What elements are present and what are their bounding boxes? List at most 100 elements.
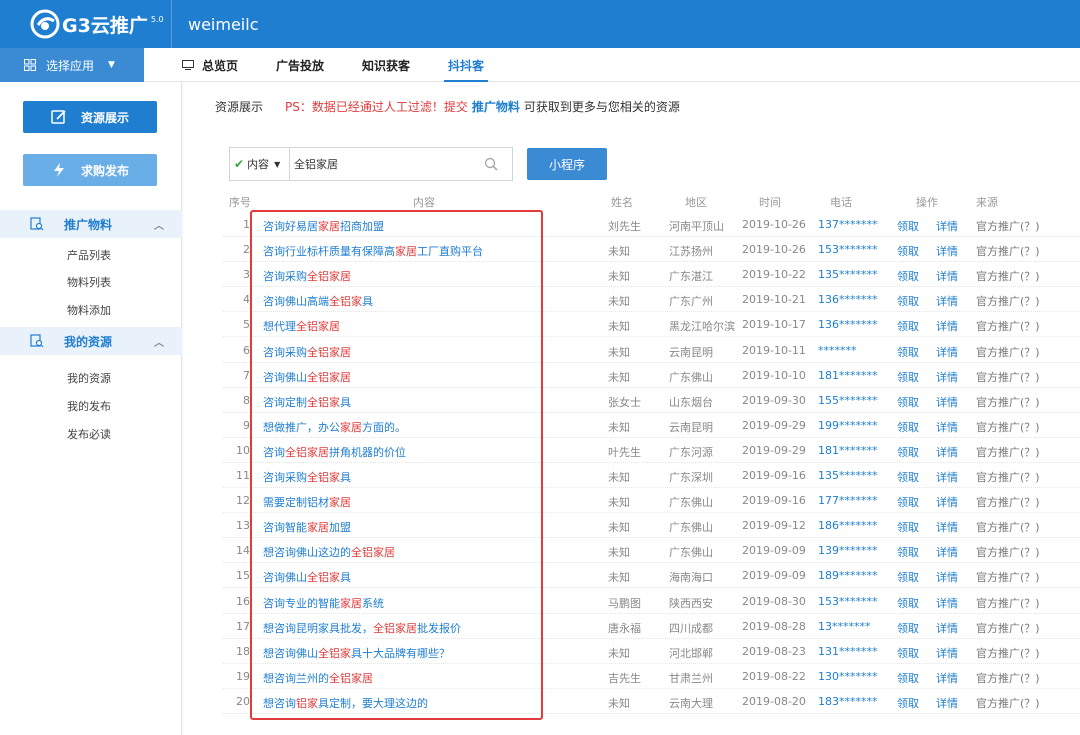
cell-content-link[interactable]: 咨询采购全铝家居 xyxy=(263,344,351,360)
claim-link[interactable]: 领取 xyxy=(897,494,919,510)
cell-phone[interactable]: 155******* xyxy=(818,394,878,407)
cell-content-link[interactable]: 想做推广，办公家居方面的。 xyxy=(263,419,406,435)
tab-doudouke[interactable]: 抖抖客 xyxy=(444,48,489,82)
detail-link[interactable]: 详情 xyxy=(936,444,958,460)
cell-source[interactable]: 官方推广(？) xyxy=(976,519,1040,535)
cell-content-link[interactable]: 想咨询佛山全铝家具十大品牌有哪些？ xyxy=(263,645,450,661)
cell-source[interactable]: 官方推广(？) xyxy=(976,369,1040,385)
app-select-dropdown[interactable]: 选择应用 ▼ xyxy=(0,48,144,82)
cell-phone[interactable]: 13******* xyxy=(818,620,871,633)
cell-source[interactable]: 官方推广(？) xyxy=(976,218,1040,234)
detail-link[interactable]: 详情 xyxy=(936,494,958,510)
sidebar-section-my-resources[interactable]: 我的资源 ︿ xyxy=(0,327,182,355)
claim-link[interactable]: 领取 xyxy=(897,268,919,284)
cell-phone[interactable]: 189******* xyxy=(818,569,878,582)
cell-content-link[interactable]: 咨询佛山高端全铝家具 xyxy=(263,293,373,309)
detail-link[interactable]: 详情 xyxy=(936,318,958,334)
detail-link[interactable]: 详情 xyxy=(936,268,958,284)
cell-content-link[interactable]: 想咨询兰州的全铝家居 xyxy=(263,670,373,686)
cell-phone[interactable]: ******* xyxy=(818,344,857,357)
detail-link[interactable]: 详情 xyxy=(936,620,958,636)
cell-phone[interactable]: 139******* xyxy=(818,544,878,557)
cell-content-link[interactable]: 咨询采购全铝家居 xyxy=(263,268,351,284)
cell-phone[interactable]: 186******* xyxy=(818,519,878,532)
promotion-material-link[interactable]: 推广物料 xyxy=(472,98,520,115)
claim-link[interactable]: 领取 xyxy=(897,695,919,711)
detail-link[interactable]: 详情 xyxy=(936,469,958,485)
claim-link[interactable]: 领取 xyxy=(897,318,919,334)
cell-source[interactable]: 官方推广(？) xyxy=(976,419,1040,435)
cell-phone[interactable]: 131******* xyxy=(818,645,878,658)
cell-content-link[interactable]: 咨询定制全铝家具 xyxy=(263,394,351,410)
claim-link[interactable]: 领取 xyxy=(897,569,919,585)
claim-link[interactable]: 领取 xyxy=(897,469,919,485)
claim-link[interactable]: 领取 xyxy=(897,544,919,560)
detail-link[interactable]: 详情 xyxy=(936,369,958,385)
cell-phone[interactable]: 137******* xyxy=(818,218,878,231)
search-input[interactable] xyxy=(290,148,484,180)
cell-source[interactable]: 官方推广(？) xyxy=(976,670,1040,686)
detail-link[interactable]: 详情 xyxy=(936,645,958,661)
cell-content-link[interactable]: 咨询好易居家居招商加盟 xyxy=(263,218,384,234)
cell-content-link[interactable]: 需要定制铝材家居 xyxy=(263,494,351,510)
cell-phone[interactable]: 136******* xyxy=(818,293,878,306)
cell-source[interactable]: 官方推广(？) xyxy=(976,645,1040,661)
tab-overview[interactable]: 总览页 xyxy=(182,48,238,82)
claim-link[interactable]: 领取 xyxy=(897,344,919,360)
cell-content-link[interactable]: 咨询行业标杆质量有保障高家居工厂直购平台 xyxy=(263,243,483,259)
mini-program-button[interactable]: 小程序 xyxy=(527,148,607,180)
cell-source[interactable]: 官方推广(？) xyxy=(976,344,1040,360)
cell-content-link[interactable]: 想咨询佛山这边的全铝家居 xyxy=(263,544,395,560)
cell-content-link[interactable]: 咨询全铝家居拼角机器的价位 xyxy=(263,444,406,460)
cell-phone[interactable]: 136******* xyxy=(818,318,878,331)
claim-link[interactable]: 领取 xyxy=(897,419,919,435)
cell-phone[interactable]: 130******* xyxy=(818,670,878,683)
claim-link[interactable]: 领取 xyxy=(897,645,919,661)
sidebar-item-material-add[interactable]: 物料添加 xyxy=(67,302,111,318)
cell-content-link[interactable]: 想咨询铝家具定制，要大理这边的 xyxy=(263,695,428,711)
purchase-publish-button[interactable]: 求购发布 xyxy=(23,154,157,186)
claim-link[interactable]: 领取 xyxy=(897,595,919,611)
claim-link[interactable]: 领取 xyxy=(897,218,919,234)
cell-source[interactable]: 官方推广(？) xyxy=(976,544,1040,560)
claim-link[interactable]: 领取 xyxy=(897,519,919,535)
sidebar-item-product-list[interactable]: 产品列表 xyxy=(67,247,111,263)
cell-phone[interactable]: 199******* xyxy=(818,419,878,432)
detail-link[interactable]: 详情 xyxy=(936,243,958,259)
detail-link[interactable]: 详情 xyxy=(936,218,958,234)
detail-link[interactable]: 详情 xyxy=(936,595,958,611)
cell-content-link[interactable]: 咨询采购全铝家具 xyxy=(263,469,351,485)
detail-link[interactable]: 详情 xyxy=(936,670,958,686)
cell-source[interactable]: 官方推广(？) xyxy=(976,268,1040,284)
cell-content-link[interactable]: 咨询智能家居加盟 xyxy=(263,519,351,535)
detail-link[interactable]: 详情 xyxy=(936,519,958,535)
cell-source[interactable]: 官方推广(？) xyxy=(976,569,1040,585)
cell-source[interactable]: 官方推广(？) xyxy=(976,318,1040,334)
cell-source[interactable]: 官方推广(？) xyxy=(976,293,1040,309)
cell-source[interactable]: 官方推广(？) xyxy=(976,620,1040,636)
cell-source[interactable]: 官方推广(？) xyxy=(976,243,1040,259)
cell-content-link[interactable]: 想咨询昆明家具批发，全铝家居批发报价 xyxy=(263,620,461,636)
cell-source[interactable]: 官方推广(？) xyxy=(976,394,1040,410)
cell-phone[interactable]: 153******* xyxy=(818,595,878,608)
claim-link[interactable]: 领取 xyxy=(897,444,919,460)
cell-phone[interactable]: 183******* xyxy=(818,695,878,708)
cell-phone[interactable]: 135******* xyxy=(818,268,878,281)
brand-logo[interactable]: G3云推广 5.0 xyxy=(0,0,172,48)
search-icon[interactable] xyxy=(484,157,498,171)
detail-link[interactable]: 详情 xyxy=(936,419,958,435)
detail-link[interactable]: 详情 xyxy=(936,544,958,560)
detail-link[interactable]: 详情 xyxy=(936,293,958,309)
detail-link[interactable]: 详情 xyxy=(936,344,958,360)
claim-link[interactable]: 领取 xyxy=(897,620,919,636)
claim-link[interactable]: 领取 xyxy=(897,369,919,385)
claim-link[interactable]: 领取 xyxy=(897,670,919,686)
detail-link[interactable]: 详情 xyxy=(936,695,958,711)
cell-content-link[interactable]: 咨询佛山全铝家具 xyxy=(263,569,351,585)
search-type-select[interactable]: ✔ 内容 ▼ xyxy=(230,148,290,180)
cell-content-link[interactable]: 想代理全铝家居 xyxy=(263,318,340,334)
resource-display-button[interactable]: 资源展示 xyxy=(23,101,157,133)
sidebar-section-promotion[interactable]: 推广物料 ︿ xyxy=(0,210,182,238)
claim-link[interactable]: 领取 xyxy=(897,394,919,410)
cell-source[interactable]: 官方推广(？) xyxy=(976,695,1040,711)
